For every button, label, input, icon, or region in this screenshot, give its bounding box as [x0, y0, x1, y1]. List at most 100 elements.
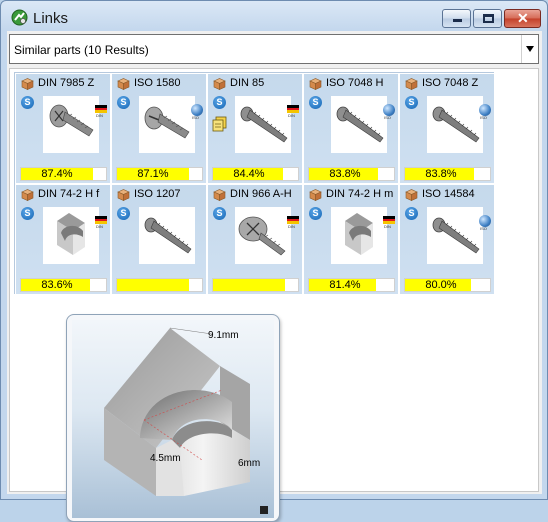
s-badge-icon[interactable]: S [309, 96, 322, 109]
similarity-score-label: 87.4% [41, 168, 73, 180]
resize-grip-icon[interactable] [260, 506, 268, 514]
result-card[interactable]: ISO 1207 S [111, 184, 207, 295]
similarity-score-bar [213, 279, 285, 291]
similarity-score-label: 83.8% [425, 168, 457, 180]
result-card[interactable]: DIN 74-2 H f S DIN 83.6% [15, 184, 111, 295]
similarity-score: 83.8% [404, 167, 491, 181]
german-flag-icon [95, 105, 107, 113]
similarity-score-label: 84.4% [233, 168, 265, 180]
iso-standard-tag: ISO [480, 226, 487, 231]
result-card[interactable]: DIN 74-2 H m S DIN 81.4% [303, 184, 399, 295]
s-badge-icon[interactable]: S [21, 96, 34, 109]
din-standard-tag: DIN [384, 224, 391, 229]
window-title: Links [33, 10, 69, 27]
chevron-down-icon [526, 46, 534, 52]
s-badge-icon[interactable]: S [117, 96, 130, 109]
similarity-score: 83.8% [308, 167, 395, 181]
part-thumbnail[interactable] [331, 207, 387, 264]
results-panel: DIN 7985 Z S DIN 87.4% ISO 1580 S ISO 87.1% DIN … [9, 68, 539, 522]
part-name: ISO 7048 H [326, 77, 384, 89]
similarity-score-label: 80.0% [425, 279, 457, 291]
iso-standard-tag: ISO [384, 115, 391, 120]
part-name: ISO 1580 [134, 77, 181, 89]
part-thumbnail[interactable] [43, 207, 99, 264]
document-icon[interactable] [212, 116, 227, 132]
s-badge-icon[interactable]: S [309, 207, 322, 220]
similarity-score: 83.6% [20, 278, 107, 292]
close-icon: ✕ [517, 10, 529, 26]
din-standard-tag: DIN [96, 224, 103, 229]
din-standard-tag: DIN [288, 224, 295, 229]
german-flag-icon [95, 216, 107, 224]
part-name: DIN 74-2 H m [326, 188, 394, 200]
part-box-icon [117, 189, 130, 201]
part-box-icon [21, 78, 34, 90]
part-thumbnail[interactable] [331, 96, 387, 153]
part-name: ISO 7048 Z [422, 77, 479, 89]
result-card[interactable]: ISO 14584 S ISO 80.0% [399, 184, 495, 295]
part-box-icon [213, 189, 226, 201]
result-card[interactable]: DIN 85 S DIN 84.4% [207, 73, 303, 184]
part-box-icon [309, 78, 322, 90]
links-app-icon [11, 9, 28, 26]
similarity-score-label: 83.8% [329, 168, 361, 180]
part-3d-preview[interactable]: 9.1mm 4.5mm 6mm [72, 320, 274, 518]
part-thumbnail[interactable] [43, 96, 99, 153]
similarity-score: 80.0% [404, 278, 491, 292]
result-card[interactable]: DIN 7985 Z S DIN 87.4% [15, 73, 111, 184]
part-box-icon [405, 189, 418, 201]
part-name: DIN 7985 Z [38, 77, 95, 89]
similarity-score: 87.1% [116, 167, 203, 181]
german-flag-icon [383, 216, 395, 224]
minimize-button[interactable] [442, 9, 471, 28]
s-badge-icon[interactable]: S [213, 96, 226, 109]
results-filter-select[interactable]: Similar parts (10 Results) [9, 34, 539, 64]
iso-standard-tag: ISO [480, 115, 487, 120]
similarity-score-label: 83.6% [41, 279, 73, 291]
similarity-score [116, 278, 203, 292]
similarity-score: 87.4% [20, 167, 107, 181]
result-card[interactable]: ISO 7048 Z S ISO 83.8% [399, 73, 495, 184]
s-badge-icon[interactable]: S [405, 207, 418, 220]
minimize-icon [453, 19, 462, 22]
iso-standard-tag: ISO [192, 115, 199, 120]
similarity-score-label: 87.1% [137, 168, 169, 180]
din-standard-tag: DIN [96, 113, 103, 118]
german-flag-icon [287, 216, 299, 224]
results-filter-value: Similar parts (10 Results) [14, 43, 149, 57]
part-box-icon [117, 78, 130, 90]
dimension-label-width: 9.1mm [208, 330, 239, 341]
result-card[interactable]: DIN 966 A-H S DIN [207, 184, 303, 295]
german-flag-icon [287, 105, 299, 113]
result-card[interactable]: ISO 1580 S ISO 87.1% [111, 73, 207, 184]
s-badge-icon[interactable]: S [21, 207, 34, 220]
part-box-icon [405, 78, 418, 90]
title-bar[interactable]: Links ✕ [1, 1, 547, 31]
similarity-score: 81.4% [308, 278, 395, 292]
part-thumbnail[interactable] [427, 207, 483, 264]
similarity-score: 84.4% [212, 167, 299, 181]
part-name: ISO 14584 [422, 188, 475, 200]
maximize-button[interactable] [473, 9, 502, 28]
part-thumbnail[interactable] [427, 96, 483, 153]
part-name: DIN 966 A-H [230, 188, 292, 200]
s-badge-icon[interactable]: S [405, 96, 418, 109]
maximize-icon [483, 14, 494, 23]
similarity-score-bar [117, 279, 189, 291]
result-card[interactable]: ISO 7048 H S ISO 83.8% [303, 73, 399, 184]
part-box-icon [309, 189, 322, 201]
countersink-3d-model [104, 327, 250, 496]
s-badge-icon[interactable]: S [213, 207, 226, 220]
part-box-icon [21, 189, 34, 201]
part-thumbnail[interactable] [139, 96, 195, 153]
dimension-label-depth: 6mm [238, 458, 261, 469]
dropdown-button[interactable] [521, 35, 538, 63]
similarity-score [212, 278, 299, 292]
s-badge-icon[interactable]: S [117, 207, 130, 220]
close-button[interactable]: ✕ [504, 9, 541, 28]
part-thumbnail[interactable] [139, 207, 195, 264]
part-thumbnail[interactable] [235, 207, 291, 264]
part-thumbnail[interactable] [235, 96, 291, 153]
part-box-icon [213, 78, 226, 90]
part-name: DIN 74-2 H f [38, 188, 100, 200]
